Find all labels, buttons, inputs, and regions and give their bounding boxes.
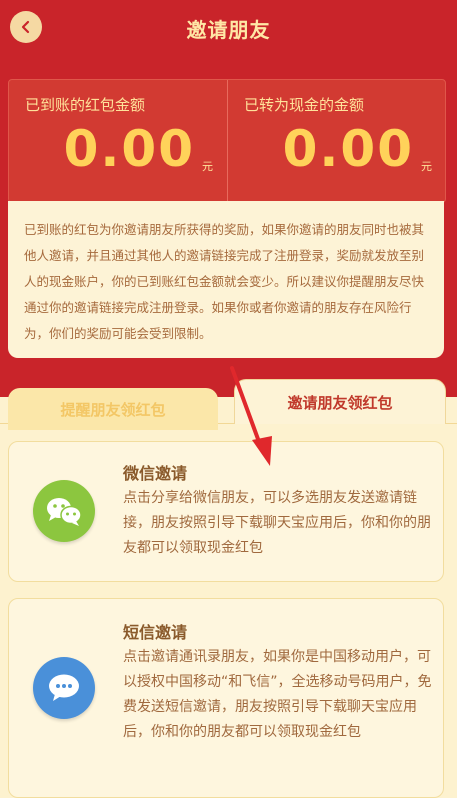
received-amount-label: 已到账的红包金额 (25, 96, 146, 114)
back-button[interactable] (10, 11, 42, 43)
wechat-invite-description: 点击分享给微信朋友，可以多选朋友发送邀请链接，朋友按照引导下载聊天宝应用后，你和… (123, 490, 431, 556)
message-icon (49, 674, 79, 701)
sms-invite-title: 短信邀请 (123, 623, 188, 642)
chevron-left-icon (21, 20, 30, 34)
tab-remind-friends[interactable]: 提醒朋友领红包 (8, 388, 218, 430)
converted-amount-label: 已转为现金的金额 (244, 96, 365, 114)
converted-amount-unit: 元 (421, 160, 432, 173)
received-amount-unit: 元 (202, 160, 213, 173)
annotation-arrow-icon (230, 366, 272, 466)
converted-amount-panel: 已转为现金的金额 0.00 元 (227, 80, 446, 202)
wechat-invite-button[interactable] (33, 480, 95, 542)
stats-card: 已到账的红包金额 0.00 元 已转为现金的金额 0.00 元 (8, 79, 446, 203)
received-amount-panel: 已到账的红包金额 0.00 元 (9, 80, 227, 202)
wechat-invite-title: 微信邀请 (123, 464, 188, 483)
wechat-icon (47, 498, 82, 526)
received-amount-value: 0.00 (63, 120, 195, 178)
sms-invite-button[interactable] (33, 657, 95, 719)
sms-invite-description: 点击邀请通讯录朋友，如果你是中国移动用户，可以授权中国移动“和飞信”，全选移动号… (123, 649, 432, 740)
header-bar: 邀请朋友 (0, 0, 457, 57)
converted-amount-value: 0.00 (282, 120, 414, 178)
reward-info-box: 已到账的红包为你邀请朋友所获得的奖励，如果你邀请的朋友同时也被其他人邀请，并且通… (8, 201, 444, 358)
page-title: 邀请朋友 (186, 18, 271, 42)
sms-invite-card[interactable]: 短信邀请 点击邀请通讯录朋友，如果你是中国移动用户，可以授权中国移动“和飞信”，… (8, 598, 444, 798)
reward-info-text: 已到账的红包为你邀请朋友所获得的奖励，如果你邀请的朋友同时也被其他人邀请，并且通… (24, 222, 425, 341)
